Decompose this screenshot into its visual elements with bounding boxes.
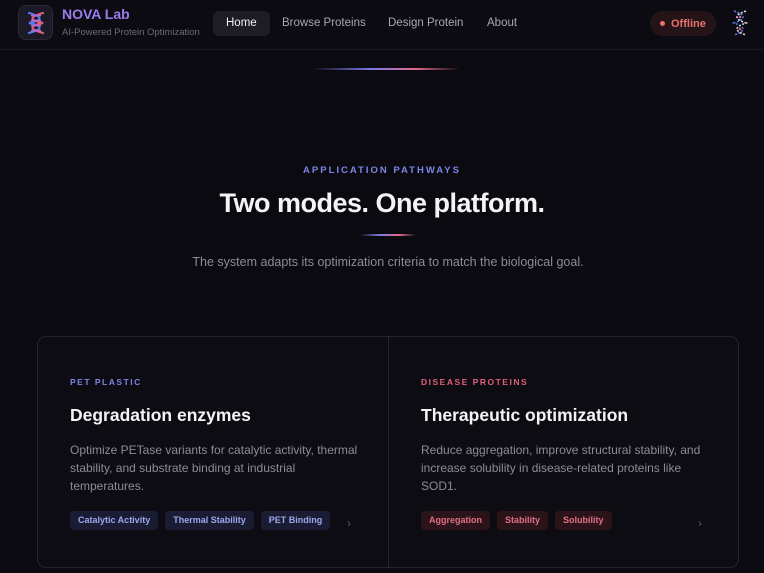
card-title: Therapeutic optimization: [421, 405, 629, 425]
pathway-card-disease-proteins[interactable]: DISEASE PROTEINS Therapeutic optimizatio…: [388, 337, 738, 567]
tag-stability: Stability: [497, 511, 549, 530]
card-description: Optimize PETase variants for catalytic a…: [70, 443, 358, 493]
nav-design-protein[interactable]: Design Protein: [375, 11, 476, 36]
card-tags: Aggregation Stability Solubility: [421, 511, 612, 530]
brand-logo[interactable]: [18, 5, 53, 40]
tag-aggregation: Aggregation: [421, 511, 490, 530]
section-headline: Two modes. One platform.: [219, 188, 545, 218]
tag-catalytic-activity: Catalytic Activity: [70, 511, 159, 530]
accent-divider: [312, 68, 460, 70]
section-eyebrow: APPLICATION PATHWAYS: [303, 165, 461, 176]
card-description: Reduce aggregation, improve structural s…: [421, 443, 701, 493]
chevron-right-icon[interactable]: ›: [347, 516, 351, 530]
brand-name[interactable]: NOVA Lab: [62, 6, 130, 22]
nav-home[interactable]: Home: [213, 11, 270, 36]
card-tags: Catalytic Activity Thermal Stability PET…: [70, 511, 331, 530]
status-label: Offline: [671, 17, 706, 30]
card-title: Degradation enzymes: [70, 405, 251, 425]
status-badge: Offline: [650, 11, 716, 36]
tag-pet-binding: PET Binding: [260, 511, 331, 530]
card-eyebrow: PET PLASTIC: [70, 377, 142, 387]
nav-about[interactable]: About: [474, 11, 530, 36]
pathway-cards: PET PLASTIC Degradation enzymes Optimize…: [37, 336, 739, 568]
chevron-right-icon[interactable]: ›: [698, 516, 702, 530]
top-nav-bar: NOVA Lab AI-Powered Protein Optimization…: [0, 0, 764, 50]
nav-browse-proteins[interactable]: Browse Proteins: [269, 11, 379, 36]
section-description: The system adapts its optimization crite…: [192, 255, 584, 269]
card-eyebrow: DISEASE PROTEINS: [421, 377, 529, 387]
tag-solubility: Solubility: [555, 511, 612, 530]
pathway-card-pet-plastic[interactable]: PET PLASTIC Degradation enzymes Optimize…: [38, 337, 388, 567]
dna-icon: [27, 11, 44, 34]
dna-helix-icon: [731, 10, 749, 36]
headline-divider: [360, 234, 416, 236]
status-dot-icon: [660, 21, 665, 26]
brand-subtitle: AI-Powered Protein Optimization: [62, 27, 200, 38]
tag-thermal-stability: Thermal Stability: [165, 511, 254, 530]
